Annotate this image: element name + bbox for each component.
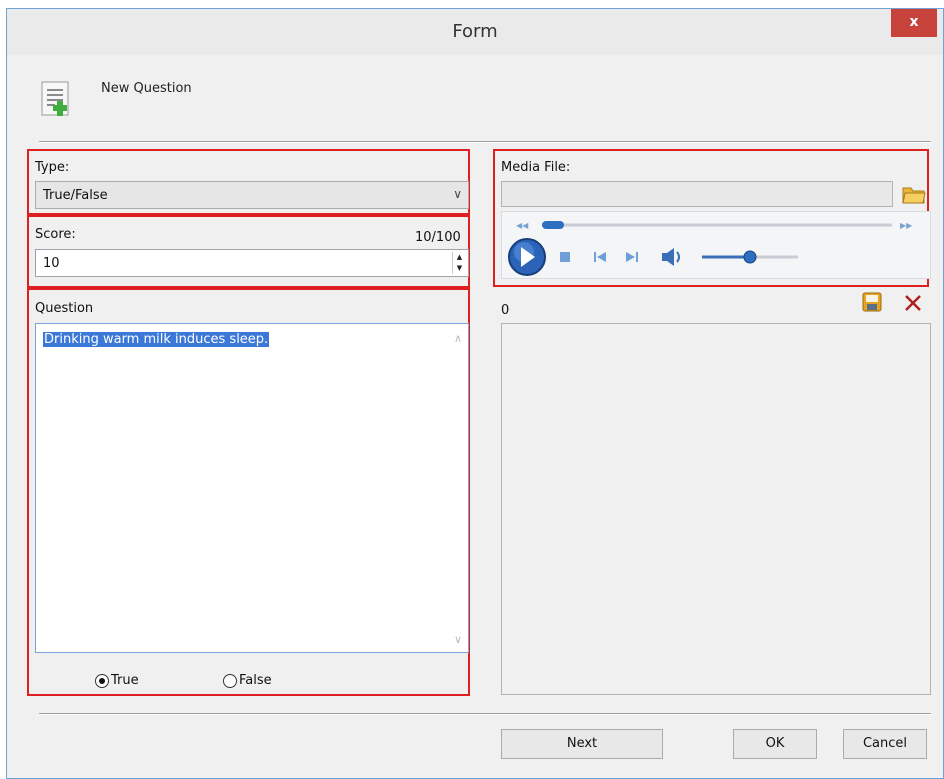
chevron-down-icon: ∨ xyxy=(453,187,462,201)
next-icon[interactable] xyxy=(626,252,638,262)
type-dropdown[interactable]: True/False ∨ xyxy=(35,181,469,209)
stop-icon[interactable] xyxy=(560,252,570,262)
scroll-down-icon[interactable]: ∨ xyxy=(454,633,462,646)
radio-false-indicator[interactable] xyxy=(223,673,237,688)
delete-icon[interactable] xyxy=(903,293,923,313)
footer-divider xyxy=(39,713,931,715)
title-bar[interactable]: Form x xyxy=(7,9,943,55)
next-button[interactable]: Next xyxy=(501,729,663,759)
radio-false[interactable]: False xyxy=(223,673,272,688)
radio-true[interactable]: True xyxy=(95,673,139,688)
ok-button[interactable]: OK xyxy=(733,729,817,759)
form-window: Form x New Question Type: True/False ∨ S… xyxy=(6,8,944,779)
scroll-up-icon[interactable]: ∧ xyxy=(454,332,462,345)
new-document-add-icon xyxy=(41,81,69,116)
radio-true-label: True xyxy=(111,673,139,688)
radio-false-label: False xyxy=(239,673,272,688)
rewind-icon[interactable]: ◀◀ xyxy=(516,221,529,230)
question-text: Drinking warm milk induces sleep. xyxy=(43,332,270,347)
type-label: Type: xyxy=(35,160,70,175)
window-title: Form xyxy=(452,21,498,42)
form-client-area: New Question Type: True/False ∨ Score: 1… xyxy=(15,55,937,773)
save-icon[interactable] xyxy=(861,291,883,313)
stepper-up-icon[interactable]: ▲ xyxy=(453,252,466,263)
header-divider xyxy=(39,141,931,143)
svg-text:▶▶: ▶▶ xyxy=(900,221,913,230)
play-icon[interactable] xyxy=(508,238,546,276)
stepper-down-icon[interactable]: ▼ xyxy=(453,263,466,274)
media-file-path-input[interactable] xyxy=(501,181,893,207)
media-player: ◀◀ ▶▶ xyxy=(501,211,931,279)
question-label: Question xyxy=(35,301,94,316)
cancel-button[interactable]: Cancel xyxy=(843,729,927,759)
media-file-label: Media File: xyxy=(501,160,571,175)
score-label: Score: xyxy=(35,227,76,242)
score-stepper-buttons[interactable]: ▲ ▼ xyxy=(452,252,466,274)
answers-count: 0 xyxy=(501,303,510,318)
score-value: 10 xyxy=(43,256,60,271)
previous-icon[interactable] xyxy=(594,252,606,262)
type-dropdown-value: True/False xyxy=(43,188,108,203)
svg-text:◀◀: ◀◀ xyxy=(516,221,529,230)
fast-forward-icon[interactable]: ▶▶ xyxy=(900,221,913,230)
score-stepper[interactable]: 10 ▲ ▼ xyxy=(35,249,469,277)
volume-slider[interactable] xyxy=(702,250,798,264)
score-counter: 10/100 xyxy=(415,230,461,245)
radio-true-indicator[interactable] xyxy=(95,673,109,688)
question-textarea[interactable]: Drinking warm milk induces sleep. ∧ ∨ xyxy=(35,323,469,653)
seek-slider[interactable] xyxy=(542,221,892,229)
close-button[interactable]: x xyxy=(891,9,937,37)
answers-list[interactable] xyxy=(501,323,931,695)
header-title: New Question xyxy=(101,81,192,96)
volume-icon[interactable] xyxy=(662,248,680,266)
folder-icon[interactable] xyxy=(902,185,926,205)
